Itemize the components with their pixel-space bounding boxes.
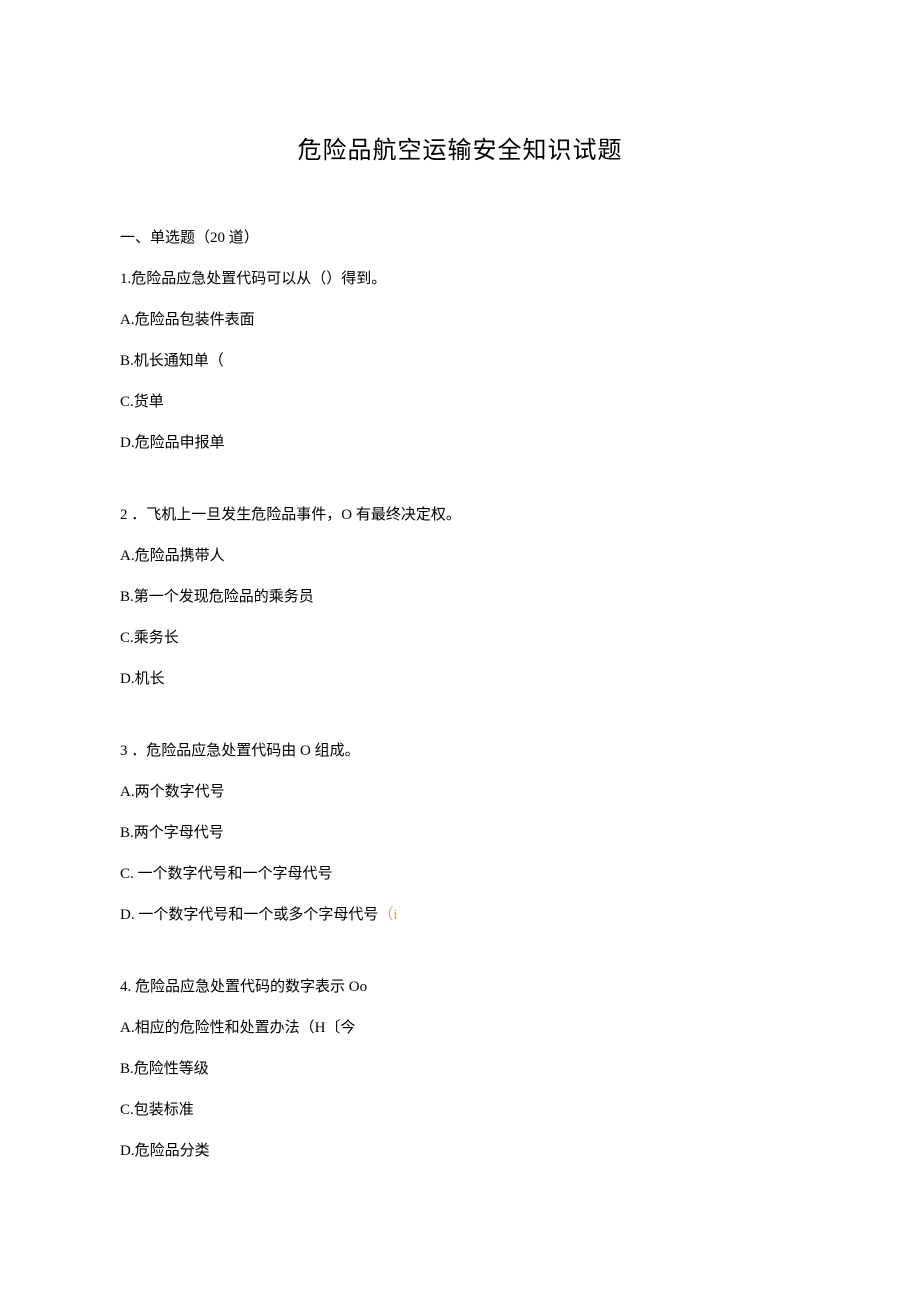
- question-text: 2 ．飞机上一旦发生危险品事件，O 有最终决定权。: [120, 502, 800, 529]
- option-b: B.两个字母代号: [120, 820, 800, 847]
- option-a: A.危险品携带人: [120, 543, 800, 570]
- option-b: B.机长通知单（: [120, 348, 800, 375]
- question-2: 2 ．飞机上一旦发生危险品事件，O 有最终决定权。 A.危险品携带人 B.第一个…: [120, 502, 800, 693]
- option-a: A.两个数字代号: [120, 779, 800, 806]
- option-d: D.危险品分类: [120, 1138, 800, 1165]
- question-text: 3 ．危险品应急处置代码由 O 组成。: [120, 738, 800, 765]
- option-d-text: D. 一个数字代号和一个或多个字母代号: [120, 907, 378, 923]
- option-d: D.危险品申报单: [120, 430, 800, 457]
- option-d: D.机长: [120, 666, 800, 693]
- option-c: C.货单: [120, 389, 800, 416]
- option-a: A.危险品包装件表面: [120, 307, 800, 334]
- option-b: B.第一个发现危险品的乘务员: [120, 584, 800, 611]
- question-3: 3 ．危险品应急处置代码由 O 组成。 A.两个数字代号 B.两个字母代号 C.…: [120, 738, 800, 929]
- option-c: C. 一个数字代号和一个字母代号: [120, 861, 800, 888]
- option-d-marker: （i: [378, 907, 397, 923]
- option-c: C.包装标准: [120, 1097, 800, 1124]
- option-a: A.相应的危险性和处置办法（H〔今: [120, 1015, 800, 1042]
- question-text: 4. 危险品应急处置代码的数字表示 Oo: [120, 974, 800, 1001]
- option-c: C.乘务长: [120, 625, 800, 652]
- option-b: B.危险性等级: [120, 1056, 800, 1083]
- question-4: 4. 危险品应急处置代码的数字表示 Oo A.相应的危险性和处置办法（H〔今 B…: [120, 974, 800, 1165]
- question-1: 1.危险品应急处置代码可以从（）得到。 A.危险品包装件表面 B.机长通知单（ …: [120, 266, 800, 457]
- option-d: D. 一个数字代号和一个或多个字母代号（i: [120, 902, 800, 929]
- section-header: 一、单选题（20 道）: [120, 225, 800, 252]
- page-title: 危险品航空运输安全知识试题: [120, 130, 800, 165]
- question-text: 1.危险品应急处置代码可以从（）得到。: [120, 266, 800, 293]
